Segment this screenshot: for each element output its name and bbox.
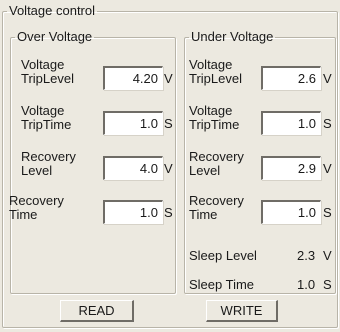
over-trip-level-input[interactable]: 4.20	[103, 66, 163, 90]
over-trip-level-label: Voltage TripLevel	[21, 57, 74, 86]
sleep-time-label: Sleep Time	[189, 277, 255, 292]
voltage-control-panel: Voltage control Over Voltage Voltage Tri…	[0, 0, 340, 332]
under-recovery-level-unit: V	[323, 161, 332, 176]
write-button[interactable]: WRITE	[206, 300, 278, 322]
sleep-time-unit: S	[323, 277, 332, 292]
over-recovery-time-label: Recovery Time	[9, 193, 64, 222]
over-trip-level-unit: V	[164, 71, 173, 86]
over-recovery-level-unit: V	[164, 161, 173, 176]
over-recovery-time-input[interactable]: 1.0	[103, 200, 163, 224]
under-voltage-title: Under Voltage	[191, 29, 274, 44]
over-recovery-level-label: Recovery Level	[21, 149, 76, 178]
under-trip-time-input[interactable]: 1.0	[261, 111, 321, 135]
under-trip-level-unit: V	[323, 71, 332, 86]
under-trip-level-label: Voltage TripLevel	[189, 57, 242, 86]
under-recovery-time-label: Recovery Time	[189, 193, 244, 222]
over-voltage-title: Over Voltage	[17, 29, 93, 44]
over-trip-time-label: Voltage TripTime	[21, 103, 72, 132]
read-button[interactable]: READ	[60, 300, 134, 322]
voltage-control-title: Voltage control	[9, 3, 96, 18]
under-trip-level-input[interactable]: 2.6	[261, 66, 321, 90]
under-trip-time-unit: S	[323, 116, 332, 131]
under-voltage-group: Under Voltage Voltage TripLevel 2.6 V Vo…	[184, 30, 336, 294]
under-recovery-level-label: Recovery Level	[189, 149, 244, 178]
under-trip-time-label: Voltage TripTime	[189, 103, 240, 132]
over-recovery-level-input[interactable]: 4.0	[103, 156, 163, 180]
sleep-time-value: 1.0	[297, 277, 316, 292]
sleep-level-unit: V	[323, 248, 332, 263]
over-recovery-time-unit: S	[164, 205, 173, 220]
over-voltage-group: Over Voltage Voltage TripLevel 4.20 V Vo…	[9, 29, 176, 294]
sleep-level-label: Sleep Level	[189, 248, 257, 263]
under-recovery-level-input[interactable]: 2.9	[261, 156, 321, 180]
sleep-level-value: 2.3	[297, 248, 316, 263]
under-recovery-time-unit: S	[323, 205, 332, 220]
over-trip-time-unit: S	[164, 116, 173, 131]
under-recovery-time-input[interactable]: 1.0	[261, 200, 321, 224]
over-trip-time-input[interactable]: 1.0	[103, 111, 163, 135]
